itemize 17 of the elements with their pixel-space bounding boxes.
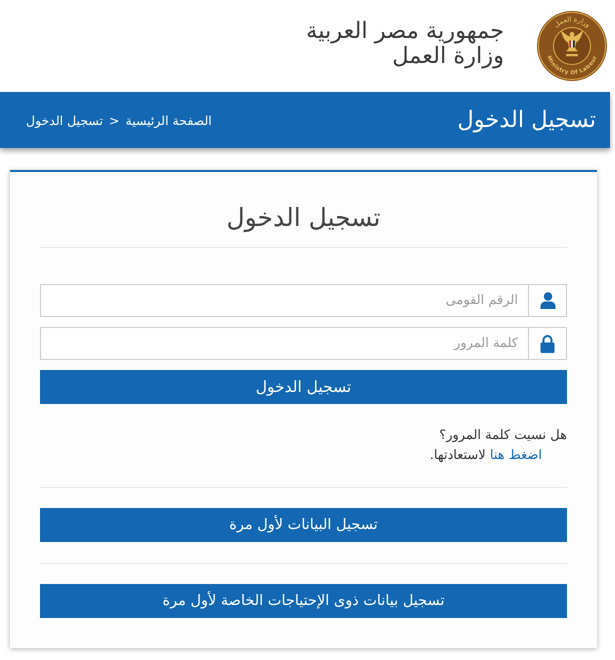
breadcrumb-separator: > bbox=[109, 112, 120, 128]
card-title: تسجيل الدخول bbox=[225, 202, 382, 234]
lock-icon bbox=[540, 334, 555, 352]
forgot-password-text: هل نسيت كلمة المرور؟ bbox=[438, 427, 567, 445]
recovery-link[interactable]: اضغط هنا bbox=[490, 448, 542, 463]
register-button[interactable]: تسجيل بيانات ذوى الإحتياجات الخاصة لأول مرة bbox=[40, 584, 567, 618]
site-title: جمهورية مصر العربية bbox=[306, 19, 504, 44]
page-title: تسجيل الدخول bbox=[457, 107, 596, 133]
user-icon bbox=[540, 292, 556, 309]
breadcrumb-link[interactable]: الصفحة الرئيسية bbox=[126, 112, 212, 128]
breadcrumb-current: تسجيل الدخول bbox=[26, 112, 104, 128]
login-button[interactable]: تسجيل الدخول bbox=[40, 370, 567, 404]
recovery-text: اضغط هنا لاستعادتها. bbox=[428, 447, 543, 465]
text-input[interactable]: كلمة المرور bbox=[40, 327, 528, 360]
register-button[interactable]: تسجيل البيانات لأول مرة bbox=[40, 508, 567, 542]
site-title: وزارة العمل bbox=[392, 44, 504, 69]
text-input[interactable]: الرقم القومى bbox=[40, 284, 528, 317]
